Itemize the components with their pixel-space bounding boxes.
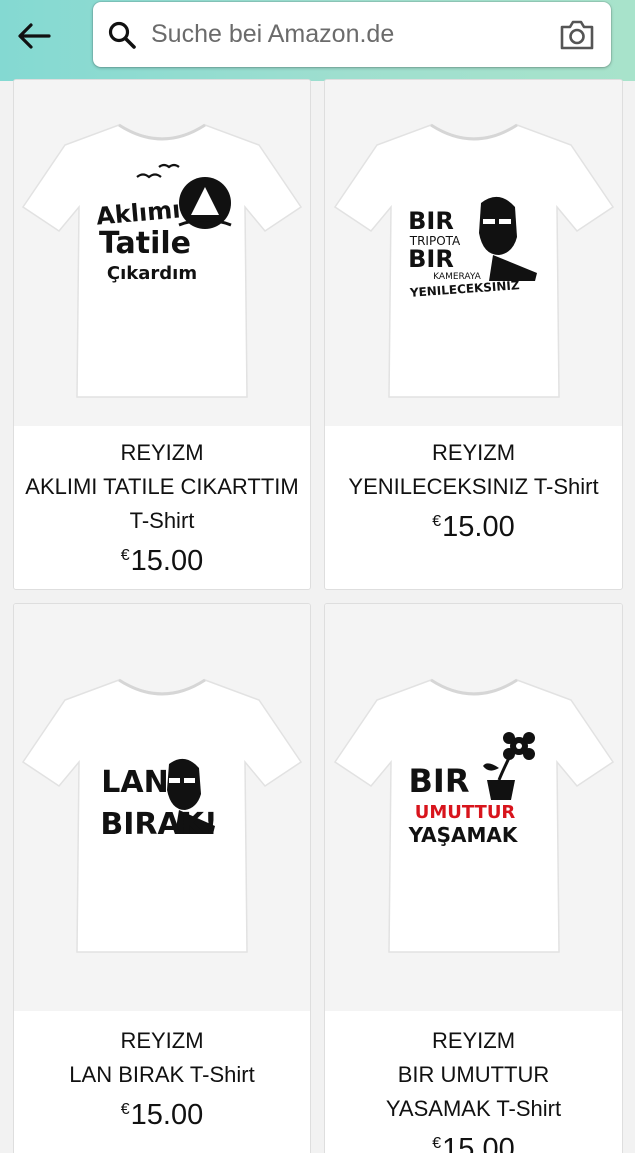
print-line: BIR bbox=[408, 245, 454, 273]
price-currency: € bbox=[432, 513, 442, 530]
product-brand: REYIZM bbox=[120, 1028, 204, 1053]
product-image[interactable]: LAN BIRAK! bbox=[14, 604, 310, 1011]
print-line: BIR bbox=[408, 762, 469, 800]
print-line: Tatile bbox=[99, 226, 191, 261]
product-price: €15.00 bbox=[14, 1092, 310, 1138]
tshirt-image: BIR TRIPOTA BIR KAMERAYA YENILECEKSINIZ bbox=[333, 123, 614, 398]
product-card[interactable]: Aklımı Tatile Çıkardım REYIZM AKLIMI TAT… bbox=[13, 79, 311, 590]
top-header bbox=[0, 0, 635, 81]
product-title[interactable]: BIR UMUTTUR YASAMAK T-Shirt bbox=[325, 1058, 622, 1126]
product-title[interactable]: YENILECEKSINIZ T-Shirt bbox=[325, 470, 622, 504]
portrait-graphic bbox=[167, 758, 201, 810]
price-amount: 15.00 bbox=[442, 1133, 515, 1153]
price-amount: 15.00 bbox=[442, 511, 515, 543]
print-line: UMUTTUR bbox=[414, 802, 515, 823]
product-card[interactable]: LAN BIRAK! REYIZM LAN BIRAK T-Shirt €15.… bbox=[13, 603, 311, 1153]
product-card[interactable]: BIR TRIPOTA BIR KAMERAYA YENILECEKSINIZ … bbox=[324, 79, 623, 590]
product-image[interactable]: BIR UMUTTUR YAŞAMAK bbox=[325, 604, 622, 1011]
print-line: LAN bbox=[101, 765, 168, 800]
price-amount: 15.00 bbox=[130, 545, 204, 577]
product-price: €15.00 bbox=[14, 538, 310, 584]
portrait-graphic bbox=[478, 196, 517, 255]
product-title[interactable]: LAN BIRAK T-Shirt bbox=[14, 1058, 310, 1092]
search-icon[interactable] bbox=[107, 20, 137, 50]
product-brand: REYIZM bbox=[431, 440, 516, 465]
search-input[interactable] bbox=[151, 12, 541, 56]
product-price: €15.00 bbox=[325, 1126, 622, 1153]
arrow-left-icon bbox=[18, 23, 51, 49]
back-button[interactable] bbox=[14, 18, 54, 54]
product-image[interactable]: Aklımı Tatile Çıkardım bbox=[14, 80, 310, 426]
print-line: YAŞAMAK bbox=[407, 823, 518, 847]
product-card[interactable]: BIR UMUTTUR YAŞAMAK REYIZM BIR UMUTTUR Y… bbox=[324, 603, 623, 1153]
print-line: Çıkardım bbox=[107, 263, 197, 284]
price-currency: € bbox=[432, 1135, 442, 1152]
price-currency: € bbox=[120, 547, 130, 564]
print-line: BIRAK! bbox=[100, 807, 217, 842]
price-currency: € bbox=[120, 1101, 130, 1118]
product-title[interactable]: AKLIMI TATILE CIKARTTIM T-Shirt bbox=[14, 470, 310, 538]
product-image[interactable]: BIR TRIPOTA BIR KAMERAYA YENILECEKSINIZ bbox=[325, 80, 622, 426]
tshirt-image: LAN BIRAK! bbox=[21, 678, 303, 953]
search-bar[interactable] bbox=[93, 2, 611, 67]
print-line: BIR bbox=[408, 207, 454, 235]
tshirt-image: Aklımı Tatile Çıkardım bbox=[21, 123, 303, 398]
price-amount: 15.00 bbox=[130, 1099, 204, 1131]
tshirt-image: BIR UMUTTUR YAŞAMAK bbox=[333, 678, 614, 953]
camera-icon[interactable] bbox=[558, 18, 596, 52]
product-price: €15.00 bbox=[325, 504, 622, 550]
product-brand: REYIZM bbox=[431, 1028, 516, 1053]
product-brand: REYIZM bbox=[120, 440, 204, 465]
